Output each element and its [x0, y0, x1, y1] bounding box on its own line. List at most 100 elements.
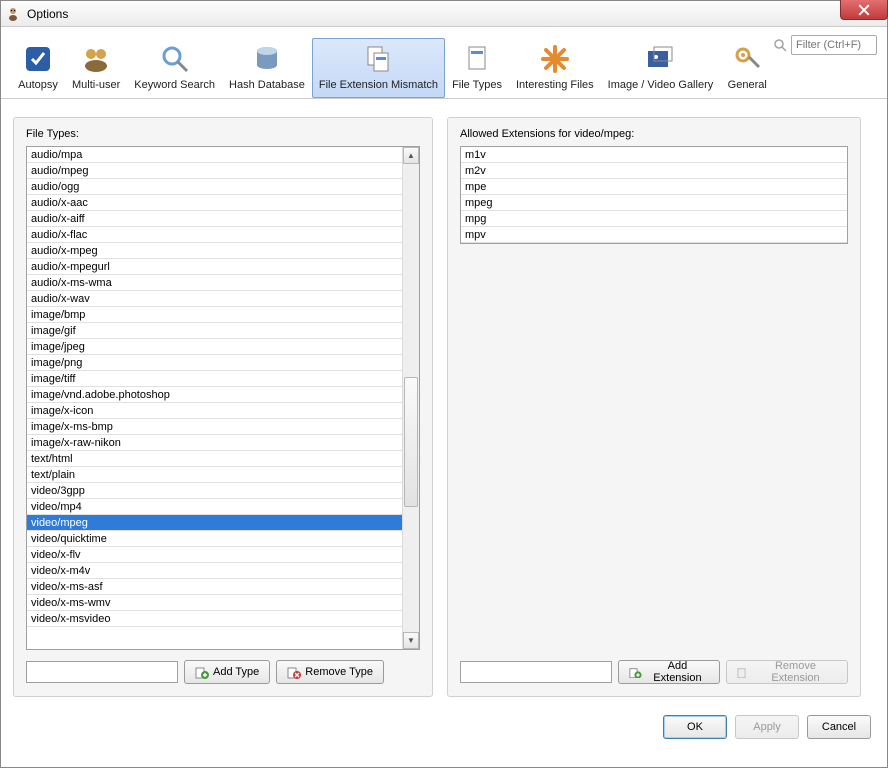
file-type-row[interactable]: video/quicktime — [27, 531, 402, 547]
extension-row[interactable]: m2v — [461, 163, 847, 179]
new-extension-input[interactable] — [460, 661, 612, 683]
scroll-thumb[interactable] — [404, 377, 418, 507]
magnifier-icon — [159, 43, 191, 75]
extensions-actions: Add Extension Remove Extension — [460, 660, 848, 684]
app-icon — [5, 6, 21, 22]
file-types-panel: File Types: audio/mpaaudio/mpegaudio/ogg… — [13, 117, 433, 697]
file-mismatch-icon — [362, 43, 394, 75]
dialog-footer: OK Apply Cancel — [1, 707, 887, 749]
file-type-row[interactable]: audio/mpeg — [27, 163, 402, 179]
file-types-actions: Add Type Remove Type — [26, 660, 420, 684]
toolbar-label: Keyword Search — [134, 79, 215, 91]
file-type-row[interactable]: audio/x-wav — [27, 291, 402, 307]
close-button[interactable] — [840, 0, 888, 20]
file-type-row[interactable]: image/jpeg — [27, 339, 402, 355]
toolbar-item-multi-user[interactable]: Multi-user — [65, 38, 127, 98]
extension-row[interactable]: mpe — [461, 179, 847, 195]
scroll-up-button[interactable]: ▲ — [403, 147, 419, 164]
filter-search — [773, 35, 877, 55]
file-type-row[interactable]: audio/ogg — [27, 179, 402, 195]
file-icon — [461, 43, 493, 75]
shield-check-icon — [22, 43, 54, 75]
file-type-row[interactable]: video/x-m4v — [27, 563, 402, 579]
file-type-row[interactable]: audio/x-aiff — [27, 211, 402, 227]
file-type-row[interactable]: video/x-flv — [27, 547, 402, 563]
toolbar-item-keyword-search[interactable]: Keyword Search — [127, 38, 222, 98]
cancel-button[interactable]: Cancel — [807, 715, 871, 739]
file-types-list[interactable]: audio/mpaaudio/mpegaudio/oggaudio/x-aaca… — [27, 147, 402, 649]
file-type-row[interactable]: image/tiff — [27, 371, 402, 387]
ok-button[interactable]: OK — [663, 715, 727, 739]
file-type-row[interactable]: audio/x-mpegurl — [27, 259, 402, 275]
toolbar-label: File Types — [452, 79, 502, 91]
new-type-input[interactable] — [26, 661, 178, 683]
file-type-row[interactable]: audio/mpa — [27, 147, 402, 163]
toolbar-item-file-extension-mismatch[interactable]: File Extension Mismatch — [312, 38, 445, 98]
file-types-label: File Types: — [26, 128, 420, 140]
extension-row[interactable]: mpg — [461, 211, 847, 227]
extension-row[interactable]: mpeg — [461, 195, 847, 211]
toolbar-item-autopsy[interactable]: Autopsy — [11, 38, 65, 98]
extension-row[interactable]: m1v — [461, 147, 847, 163]
extensions-panel: Allowed Extensions for video/mpeg: m1vm2… — [447, 117, 861, 697]
scroll-down-button[interactable]: ▼ — [403, 632, 419, 649]
remove-extension-label: Remove Extension — [754, 660, 837, 684]
add-type-button[interactable]: Add Type — [184, 660, 270, 684]
database-icon — [251, 43, 283, 75]
add-extension-button[interactable]: Add Extension — [618, 660, 720, 684]
file-type-row[interactable]: audio/x-mpeg — [27, 243, 402, 259]
apply-button[interactable]: Apply — [735, 715, 799, 739]
toolbar-label: Autopsy — [18, 79, 58, 91]
file-type-row[interactable]: video/3gpp — [27, 483, 402, 499]
toolbar-label: Multi-user — [72, 79, 120, 91]
toolbar-item-image-video-gallery[interactable]: Image / Video Gallery — [601, 38, 721, 98]
toolbar-item-general[interactable]: General — [720, 38, 774, 98]
file-type-row[interactable]: video/x-ms-asf — [27, 579, 402, 595]
toolbar-label: General — [728, 79, 767, 91]
content: File Types: audio/mpaaudio/mpegaudio/ogg… — [1, 99, 887, 707]
remove-extension-button[interactable]: Remove Extension — [726, 660, 848, 684]
extension-row[interactable]: mpv — [461, 227, 847, 243]
add-icon — [629, 665, 642, 679]
file-type-row[interactable]: audio/x-aac — [27, 195, 402, 211]
toolbar-item-interesting-files[interactable]: Interesting Files — [509, 38, 601, 98]
search-icon — [773, 38, 787, 52]
gear-wrench-icon — [731, 43, 763, 75]
remove-type-label: Remove Type — [305, 666, 373, 678]
extensions-list[interactable]: m1vm2vmpempegmpgmpv — [460, 146, 848, 244]
file-type-row[interactable]: video/mpeg — [27, 515, 402, 531]
users-icon — [80, 43, 112, 75]
file-type-row[interactable]: image/vnd.adobe.photoshop — [27, 387, 402, 403]
toolbar-label: File Extension Mismatch — [319, 79, 438, 91]
star-icon — [539, 43, 571, 75]
file-type-row[interactable]: image/x-icon — [27, 403, 402, 419]
file-type-row[interactable]: text/plain — [27, 467, 402, 483]
remove-icon — [737, 665, 750, 679]
toolbar-label: Image / Video Gallery — [608, 79, 714, 91]
file-type-row[interactable]: audio/x-flac — [27, 227, 402, 243]
file-type-row[interactable]: video/mp4 — [27, 499, 402, 515]
scrollbar[interactable]: ▲ ▼ — [402, 147, 419, 649]
add-type-label: Add Type — [213, 666, 259, 678]
remove-type-button[interactable]: Remove Type — [276, 660, 384, 684]
titlebar: Options — [1, 1, 887, 27]
file-type-row[interactable]: image/x-ms-bmp — [27, 419, 402, 435]
file-type-row[interactable]: image/bmp — [27, 307, 402, 323]
file-type-row[interactable]: image/png — [27, 355, 402, 371]
gallery-icon — [644, 43, 676, 75]
file-type-row[interactable]: text/html — [27, 451, 402, 467]
window-title: Options — [27, 7, 68, 21]
toolbar-item-hash-database[interactable]: Hash Database — [222, 38, 312, 98]
file-type-row[interactable]: image/x-raw-nikon — [27, 435, 402, 451]
toolbar-label: Interesting Files — [516, 79, 594, 91]
toolbar: Autopsy Multi-user Keyword Search Hash D… — [1, 27, 887, 99]
add-icon — [195, 665, 209, 679]
file-type-row[interactable]: image/gif — [27, 323, 402, 339]
file-type-row[interactable]: video/x-msvideo — [27, 611, 402, 627]
extensions-label: Allowed Extensions for video/mpeg: — [460, 128, 848, 140]
file-type-row[interactable]: video/x-ms-wmv — [27, 595, 402, 611]
remove-icon — [287, 665, 301, 679]
filter-input[interactable] — [791, 35, 877, 55]
file-type-row[interactable]: audio/x-ms-wma — [27, 275, 402, 291]
toolbar-item-file-types[interactable]: File Types — [445, 38, 509, 98]
